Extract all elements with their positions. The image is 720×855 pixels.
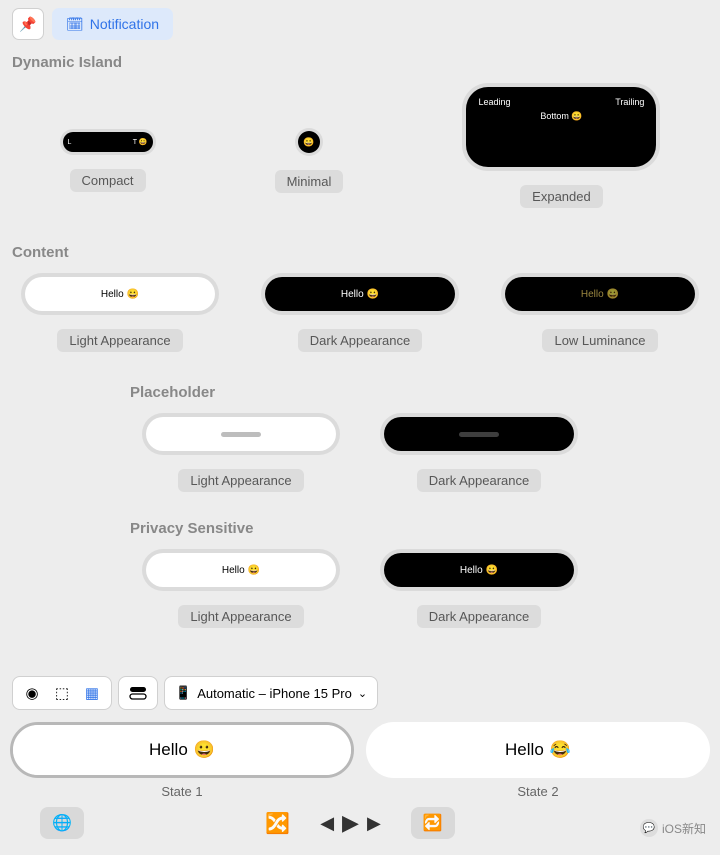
privacy-dark: Hello 😀 Dark Appearance [380, 549, 578, 628]
repeat-button[interactable]: 🔁 [411, 807, 455, 839]
calendar-icon: 🗓 [66, 16, 84, 33]
state-2-label: State 2 [517, 784, 558, 799]
content-low-luminance: Hello 😀 Low Luminance [501, 273, 699, 352]
content-dark: Hello 😀 Dark Appearance [261, 273, 459, 352]
di-compact-preview[interactable]: L T 😀 [60, 129, 156, 155]
placeholder-dark: Dark Appearance [380, 413, 578, 492]
di-compact-l: L [68, 139, 72, 146]
placeholder-bar-icon [221, 432, 261, 437]
placeholder-light-preview[interactable] [142, 413, 340, 455]
dynamic-island-compact: L T 😀 Compact [60, 129, 156, 192]
emoji-icon: 😀 [139, 139, 148, 146]
watermark-text: iOS新知 [662, 820, 706, 837]
globe-button[interactable]: 🌐 [40, 807, 84, 839]
placeholder-light: Light Appearance [142, 413, 340, 492]
play-button[interactable]: ▶ [342, 810, 359, 836]
emoji-icon: 😀 [248, 565, 260, 576]
di-expanded-trailing: Trailing [615, 97, 644, 107]
placeholder-dark-preview[interactable] [380, 413, 578, 455]
variants-icon [129, 686, 147, 700]
section-placeholder: Placeholder [0, 378, 720, 409]
di-expanded-preview[interactable]: Leading Trailing Bottom 😀 [462, 83, 660, 171]
emoji-icon: 😀 [367, 289, 379, 300]
phone-icon: 📱 [175, 685, 191, 701]
notification-label: Notification [90, 16, 159, 32]
placeholder-light-label: Light Appearance [178, 469, 303, 492]
shuffle-button[interactable]: 🔀 [265, 811, 290, 836]
di-expanded-leading: Leading [478, 97, 510, 107]
emoji-icon: 😀 [194, 740, 215, 760]
content-low-preview[interactable]: Hello 😀 [501, 273, 699, 315]
privacy-dark-preview[interactable]: Hello 😀 [380, 549, 578, 591]
selectable-button[interactable]: ⬚ [47, 679, 77, 707]
live-button[interactable]: ◉ [17, 679, 47, 707]
di-minimal-label: Minimal [275, 170, 344, 193]
emoji-icon: 😀 [607, 289, 619, 300]
emoji-icon: 😀 [486, 565, 498, 576]
placeholder-bar-icon [459, 432, 499, 437]
emoji-icon: 😀 [127, 289, 139, 300]
view-controls-group: ◉ ⬚ ▦ [12, 676, 112, 710]
content-light: Hello 😀 Light Appearance [21, 273, 219, 352]
state-1-preview[interactable]: Hello 😀 [10, 722, 354, 778]
state-1-label: State 1 [161, 784, 202, 799]
variant-controls-group [118, 676, 158, 710]
content-dark-preview[interactable]: Hello 😀 [261, 273, 459, 315]
privacy-dark-label: Dark Appearance [417, 605, 541, 628]
next-button[interactable]: ▶ [367, 813, 381, 834]
content-light-preview[interactable]: Hello 😀 [21, 273, 219, 315]
repeat-icon: 🔁 [423, 813, 443, 833]
placeholder-dark-label: Dark Appearance [417, 469, 541, 492]
dynamic-island-expanded: Leading Trailing Bottom 😀 Expanded [462, 83, 660, 208]
grid-button[interactable]: ▦ [77, 679, 107, 707]
section-dynamic-island: Dynamic Island [0, 48, 720, 79]
pin-button[interactable]: 📌 [12, 8, 44, 40]
state-1: Hello 😀 State 1 [10, 722, 354, 799]
di-expanded-label: Expanded [520, 185, 603, 208]
content-light-label: Light Appearance [57, 329, 182, 352]
watermark: 💬 iOS新知 [640, 819, 706, 837]
content-dark-label: Dark Appearance [298, 329, 422, 352]
state-2: Hello 😂 State 2 [366, 722, 710, 799]
section-content: Content [0, 238, 720, 269]
di-minimal-preview[interactable]: 😀 [295, 128, 323, 156]
content-low-label: Low Luminance [542, 329, 657, 352]
device-picker-label: Automatic – iPhone 15 Pro [197, 686, 352, 701]
section-privacy: Privacy Sensitive [0, 514, 720, 545]
emoji-icon: 😂 [550, 740, 571, 760]
pin-icon: 📌 [19, 16, 36, 33]
di-compact-t: T 😀 [133, 138, 148, 146]
state-2-preview[interactable]: Hello 😂 [366, 722, 710, 778]
variants-button[interactable] [123, 679, 153, 707]
playback-controls: ◀ ▶ ▶ [320, 810, 381, 836]
device-picker[interactable]: 📱 Automatic – iPhone 15 Pro ⌄ [164, 676, 378, 710]
privacy-light-label: Light Appearance [178, 605, 303, 628]
emoji-icon: 😀 [303, 137, 314, 148]
di-expanded-bottom: Bottom 😀 [540, 111, 582, 122]
globe-icon: 🌐 [52, 813, 72, 833]
notification-tab[interactable]: 🗓 Notification [52, 8, 173, 40]
privacy-light: Hello 😀 Light Appearance [142, 549, 340, 628]
dynamic-island-minimal: 😀 Minimal [275, 128, 344, 193]
chevron-down-icon: ⌄ [358, 687, 367, 700]
privacy-light-preview[interactable]: Hello 😀 [142, 549, 340, 591]
di-compact-label: Compact [70, 169, 146, 192]
prev-button[interactable]: ◀ [320, 813, 334, 834]
wechat-icon: 💬 [640, 819, 658, 837]
